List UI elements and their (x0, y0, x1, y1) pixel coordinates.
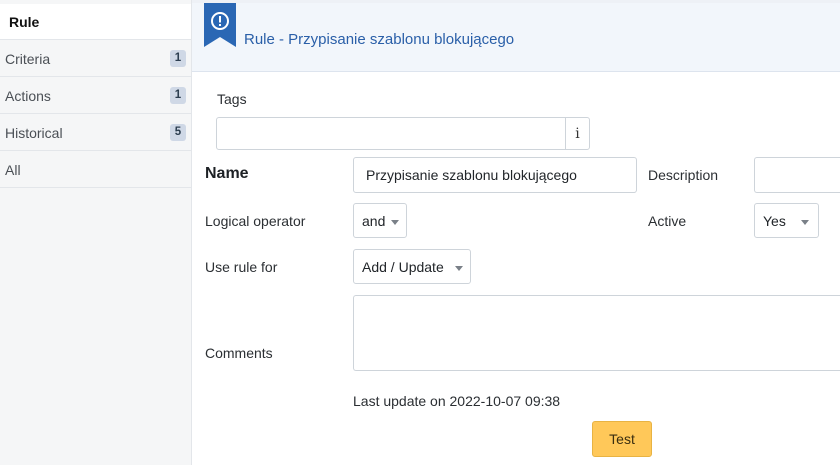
last-update-text: Last update on 2022-10-07 09:38 (353, 393, 561, 409)
name-input[interactable]: Przypisanie szablonu blokującego (353, 157, 637, 193)
count-badge: 5 (170, 124, 186, 141)
active-label: Active (648, 213, 687, 229)
count-badge: 1 (170, 50, 186, 67)
sidebar-item-label: Actions (5, 87, 51, 104)
comments-textarea[interactable] (353, 295, 840, 371)
logical-operator-value: and (362, 212, 386, 229)
tags-label: Tags (217, 91, 247, 107)
use-rule-for-label: Use rule for (205, 259, 278, 275)
sidebar-item-label: Historical (5, 124, 63, 141)
description-input[interactable] (754, 157, 840, 193)
count-badge: 1 (170, 87, 186, 104)
sidebar-item-actions[interactable]: Actions 1 (0, 78, 191, 114)
use-rule-for-select[interactable]: Add / Update (353, 249, 471, 284)
logical-operator-label: Logical operator (205, 213, 306, 229)
sidebar-item-label: Criteria (5, 50, 51, 67)
description-label: Description (648, 167, 719, 183)
name-label: Name (205, 165, 249, 182)
sidebar-item-rule[interactable]: Rule (0, 4, 191, 40)
comments-label: Comments (205, 345, 273, 361)
sidebar-item-label: All (5, 161, 21, 178)
sidebar-item-label: Rule (9, 13, 40, 30)
chevron-down-icon (801, 220, 809, 225)
info-icon[interactable]: i (565, 117, 590, 150)
sidebar-item-criteria[interactable]: Criteria 1 (0, 41, 191, 77)
tags-input[interactable] (216, 117, 566, 150)
sidebar-item-historical[interactable]: Historical 5 (0, 115, 191, 151)
active-select[interactable]: Yes (754, 203, 819, 238)
page-title: Rule - Przypisanie szablonu blokującego (244, 31, 515, 48)
chevron-down-icon (391, 220, 399, 225)
test-button[interactable]: Test (592, 421, 652, 457)
exclamation-circle-icon (204, 3, 236, 47)
active-value: Yes (763, 212, 786, 229)
sidebar-item-all[interactable]: All (0, 152, 191, 188)
use-rule-for-value: Add / Update (362, 258, 444, 275)
page-header: Rule - Przypisanie szablonu blokującego (192, 0, 840, 72)
chevron-down-icon (455, 266, 463, 271)
logical-operator-select[interactable]: and (353, 203, 407, 238)
sidebar: Rule Criteria 1 Actions 1 Historical 5 A… (0, 0, 192, 465)
